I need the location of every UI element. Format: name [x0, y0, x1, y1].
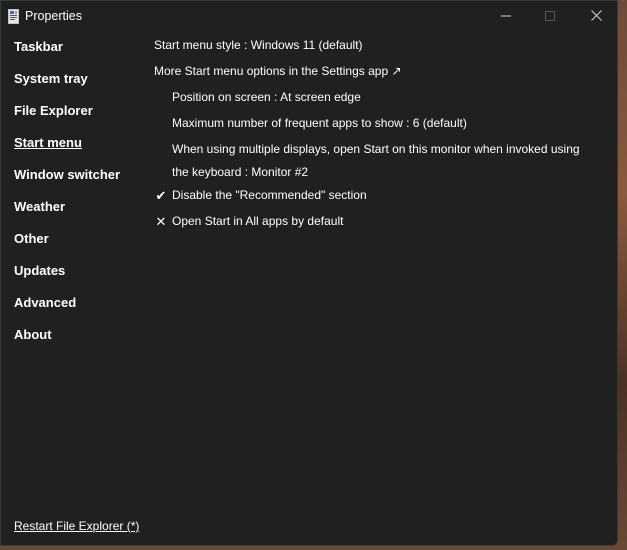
sidebar-item-other[interactable]: Other: [14, 231, 49, 246]
sidebar-item-start-menu[interactable]: Start menu: [14, 135, 82, 150]
close-icon: [590, 8, 602, 26]
max-frequent-apps-setting[interactable]: Maximum number of frequent apps to show …: [172, 112, 467, 135]
disable-recommended-setting[interactable]: ✔ Disable the "Recommended" section: [156, 184, 367, 207]
open-all-apps-setting[interactable]: ✕ Open Start in All apps by default: [156, 210, 344, 233]
multi-display-setting[interactable]: When using multiple displays, open Start…: [172, 138, 592, 184]
maximize-button[interactable]: [527, 1, 573, 33]
cross-icon: ✕: [155, 214, 167, 229]
app-window-icon: [8, 9, 19, 24]
close-button[interactable]: [573, 1, 617, 33]
sidebar-item-about[interactable]: About: [14, 327, 52, 342]
position-on-screen-setting[interactable]: Position on screen : At screen edge: [172, 86, 361, 109]
start-menu-style-setting[interactable]: Start menu style : Windows 11 (default): [154, 34, 363, 57]
window-title: Properties: [25, 9, 82, 23]
sidebar-item-advanced[interactable]: Advanced: [14, 295, 76, 310]
checkmark-icon: ✔: [155, 188, 167, 203]
restart-file-explorer-link[interactable]: Restart File Explorer (*): [14, 519, 139, 533]
disable-recommended-label: Disable the "Recommended" section: [172, 188, 367, 202]
properties-window: Properties Taskbar System tray File Expl…: [0, 0, 618, 546]
sidebar-item-system-tray[interactable]: System tray: [14, 71, 88, 86]
sidebar-item-file-explorer[interactable]: File Explorer: [14, 103, 93, 118]
minimize-button[interactable]: [483, 1, 529, 33]
minimize-icon: [501, 8, 511, 26]
more-start-menu-options-link[interactable]: More Start menu options in the Settings …: [154, 60, 402, 83]
open-all-apps-label: Open Start in All apps by default: [172, 214, 344, 228]
sidebar-item-weather[interactable]: Weather: [14, 199, 65, 214]
sidebar-item-taskbar[interactable]: Taskbar: [14, 39, 63, 54]
title-bar[interactable]: Properties: [1, 1, 617, 33]
sidebar-item-window-switcher[interactable]: Window switcher: [14, 167, 120, 182]
sidebar-item-updates[interactable]: Updates: [14, 263, 65, 278]
maximize-icon: [545, 8, 555, 26]
